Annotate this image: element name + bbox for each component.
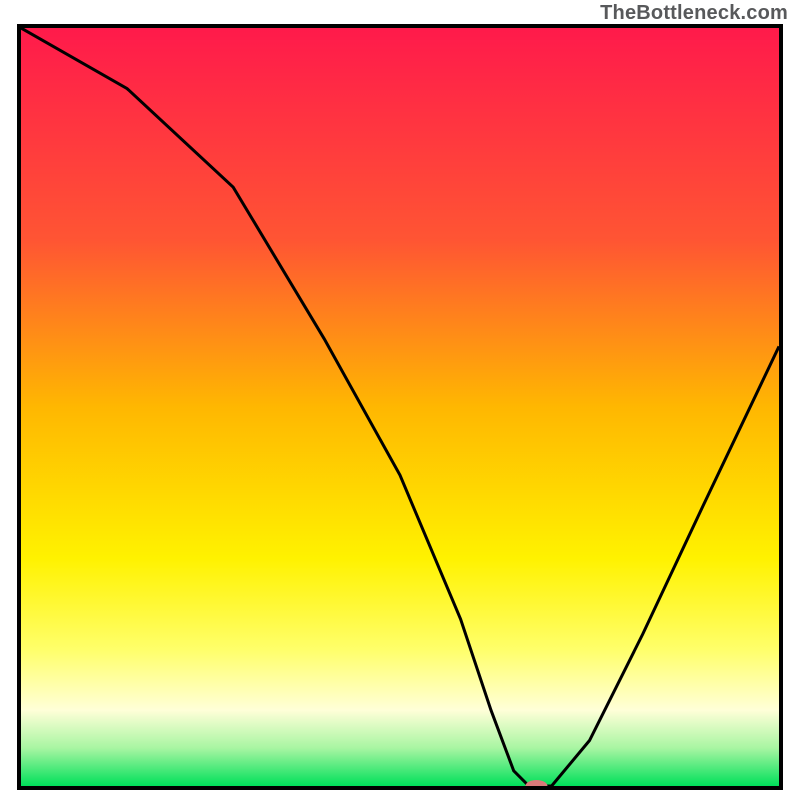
- chart-background: [21, 28, 779, 786]
- chart-frame: [17, 24, 783, 790]
- watermark-text: TheBottleneck.com: [600, 2, 788, 25]
- chart-svg: [21, 28, 779, 786]
